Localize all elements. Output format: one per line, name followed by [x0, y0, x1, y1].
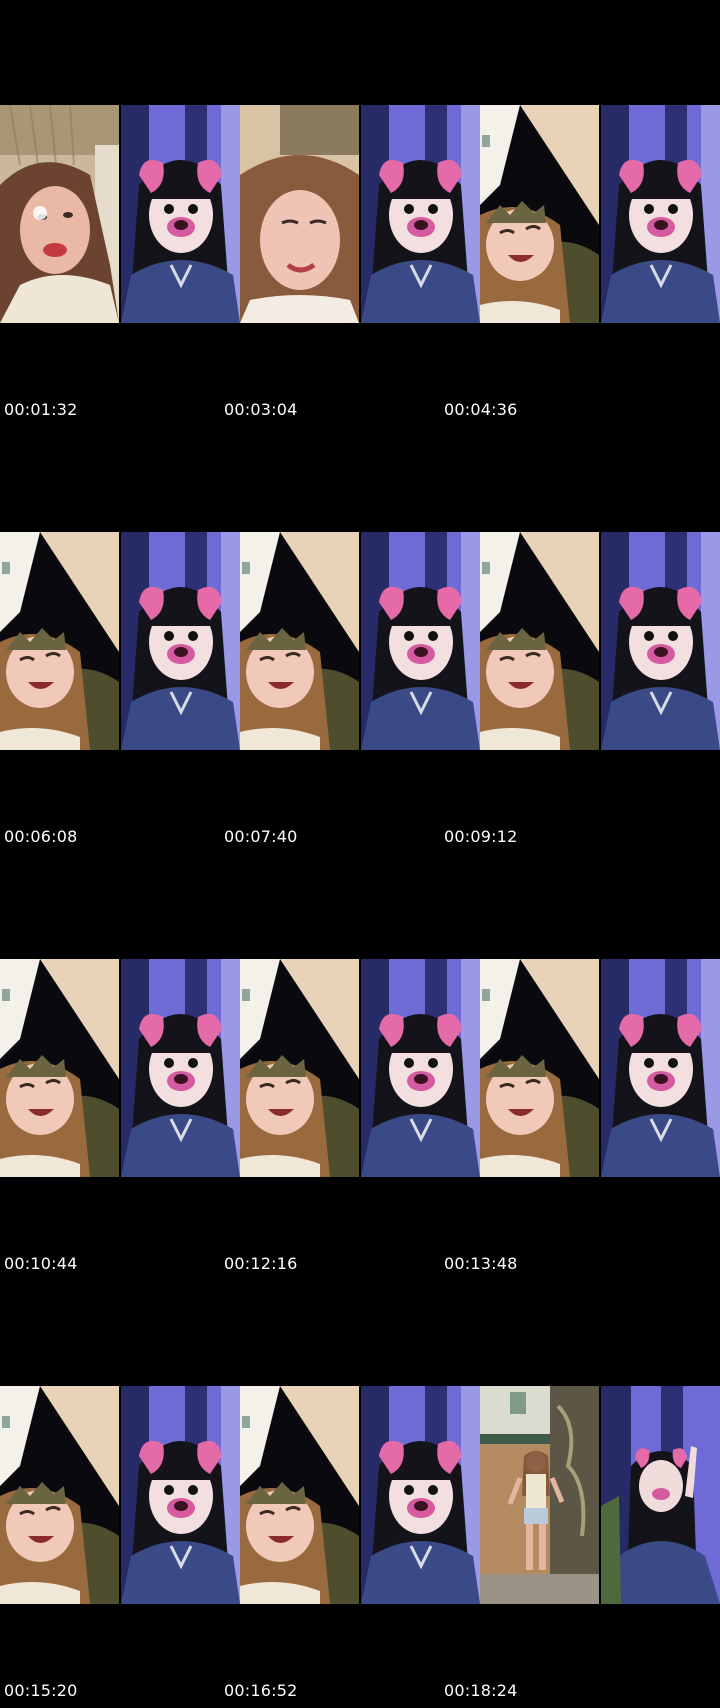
frame-pair [480, 532, 720, 750]
warm-room-closeup-image [240, 105, 359, 323]
dog-filter-wave-image [601, 1386, 720, 1604]
video-frame-thumbnail[interactable] [480, 105, 599, 323]
dog-filter-selfie-image [121, 959, 240, 1177]
frame-pair [240, 959, 480, 1177]
video-frame-thumbnail[interactable] [480, 1386, 599, 1604]
dog-filter-selfie-image [121, 532, 240, 750]
dog-filter-selfie-image [601, 105, 720, 323]
frame-strip [0, 1386, 720, 1604]
night-sky-selfie-image [480, 105, 599, 323]
dog-filter-selfie-image [121, 1386, 240, 1604]
dog-filter-selfie-image [361, 959, 480, 1177]
night-sky-selfie-image [480, 532, 599, 750]
frame-pair [0, 959, 240, 1177]
frame-pair [480, 105, 720, 323]
video-frame-thumbnail[interactable] [240, 1386, 359, 1604]
dog-filter-selfie-image [361, 1386, 480, 1604]
frame-strip [0, 105, 720, 323]
video-frame-thumbnail[interactable] [121, 959, 240, 1177]
night-sky-selfie-image [0, 532, 119, 750]
thumbnail-row: 00:06:08 00:07:40 00:09:12 [0, 427, 720, 854]
frame-timestamp: 00:16:52 [224, 1681, 298, 1700]
video-frame-thumbnail[interactable] [601, 532, 720, 750]
video-frame-thumbnail[interactable] [240, 532, 359, 750]
frame-timestamp: 00:04:36 [444, 400, 518, 419]
dog-filter-selfie-image [121, 105, 240, 323]
frame-timestamp: 00:01:32 [4, 400, 78, 419]
warm-room-selfie-image [0, 105, 119, 323]
frame-pair [0, 1386, 240, 1604]
frame-pair [240, 105, 480, 323]
video-frame-thumbnail[interactable] [0, 959, 119, 1177]
video-frame-thumbnail[interactable] [601, 1386, 720, 1604]
video-frame-thumbnail[interactable] [240, 105, 359, 323]
frame-timestamp: 00:18:24 [444, 1681, 518, 1700]
dog-filter-selfie-image [361, 105, 480, 323]
video-frame-thumbnail[interactable] [480, 532, 599, 750]
frame-pair [0, 105, 240, 323]
street-dance-image [480, 1386, 599, 1604]
video-frame-thumbnail[interactable] [121, 1386, 240, 1604]
video-frame-thumbnail[interactable] [0, 532, 119, 750]
video-contact-sheet: 00:01:32 00:03:04 00:04:36 00:06:08 00:0… [0, 0, 720, 1708]
video-frame-thumbnail[interactable] [240, 959, 359, 1177]
frame-timestamp: 00:15:20 [4, 1681, 78, 1700]
dog-filter-selfie-image [601, 532, 720, 750]
frame-pair [480, 959, 720, 1177]
video-frame-thumbnail[interactable] [601, 959, 720, 1177]
night-sky-selfie-image [480, 959, 599, 1177]
frame-timestamp: 00:06:08 [4, 827, 78, 846]
frame-pair [240, 1386, 480, 1604]
frame-timestamp: 00:13:48 [444, 1254, 518, 1273]
frame-pair [480, 1386, 720, 1604]
frame-pair [240, 532, 480, 750]
night-sky-selfie-image [0, 959, 119, 1177]
video-frame-thumbnail[interactable] [361, 105, 480, 323]
video-frame-thumbnail[interactable] [480, 959, 599, 1177]
video-frame-thumbnail[interactable] [361, 959, 480, 1177]
night-sky-selfie-image [240, 959, 359, 1177]
video-frame-thumbnail[interactable] [601, 105, 720, 323]
dog-filter-selfie-image [601, 959, 720, 1177]
video-frame-thumbnail[interactable] [361, 532, 480, 750]
frame-timestamp: 00:10:44 [4, 1254, 78, 1273]
video-frame-thumbnail[interactable] [361, 1386, 480, 1604]
night-sky-selfie-image [240, 1386, 359, 1604]
frame-timestamp: 00:12:16 [224, 1254, 298, 1273]
frame-strip [0, 959, 720, 1177]
frame-strip [0, 532, 720, 750]
frame-timestamp: 00:07:40 [224, 827, 298, 846]
thumbnail-row: 00:01:32 00:03:04 00:04:36 [0, 0, 720, 427]
frame-timestamp: 00:09:12 [444, 827, 518, 846]
video-frame-thumbnail[interactable] [0, 105, 119, 323]
night-sky-selfie-image [240, 532, 359, 750]
thumbnail-row: 00:10:44 00:12:16 00:13:48 [0, 854, 720, 1281]
thumbnail-row: 00:15:20 00:16:52 00:18:24 [0, 1281, 720, 1708]
frame-timestamp: 00:03:04 [224, 400, 298, 419]
frame-pair [0, 532, 240, 750]
video-frame-thumbnail[interactable] [0, 1386, 119, 1604]
video-frame-thumbnail[interactable] [121, 532, 240, 750]
night-sky-selfie-image [0, 1386, 119, 1604]
dog-filter-selfie-image [361, 532, 480, 750]
video-frame-thumbnail[interactable] [121, 105, 240, 323]
